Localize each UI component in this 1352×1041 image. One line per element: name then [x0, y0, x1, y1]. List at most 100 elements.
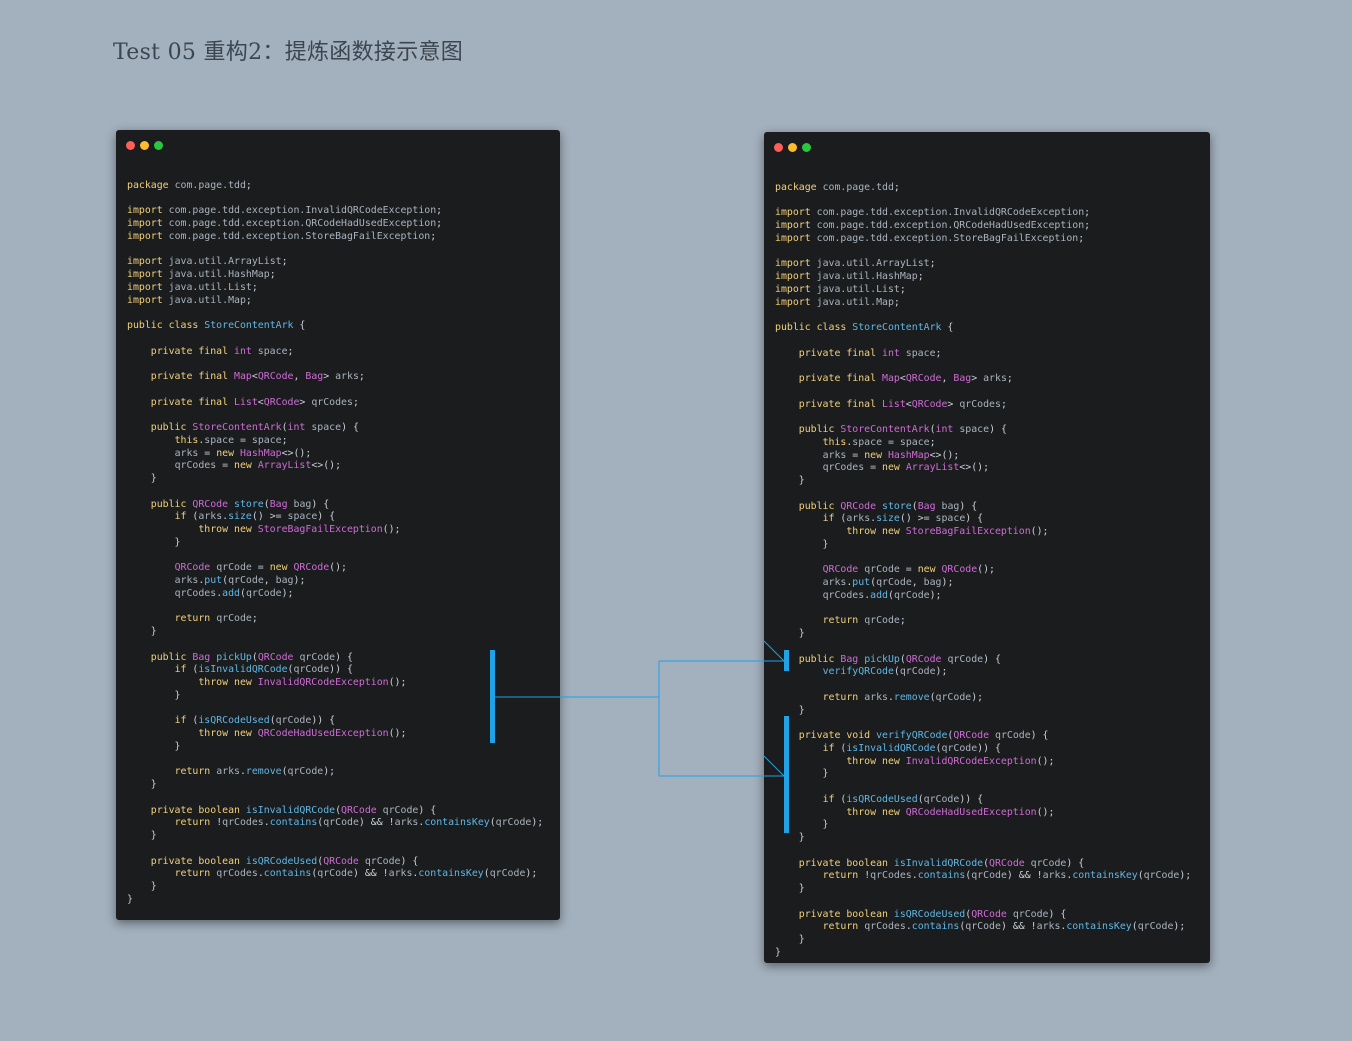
- code-line: arks = new HashMap<>();: [127, 448, 543, 461]
- code-token: arks: [335, 371, 359, 382]
- code-token: if: [174, 715, 193, 727]
- code-token: QRCode: [174, 562, 217, 574]
- code-token: isQRCodeUsed: [245, 855, 318, 867]
- code-token: import: [775, 207, 817, 219]
- code-token: ,: [941, 373, 954, 384]
- code-token: ArrayList: [905, 462, 960, 474]
- code-token: arks: [198, 511, 223, 523]
- code-line: import java.util.ArrayList;: [775, 258, 1191, 271]
- code-token: ) {: [959, 500, 978, 512]
- code-token: ) {: [983, 653, 1001, 665]
- code-token: arks: [394, 817, 419, 829]
- code-token: qrCode: [995, 730, 1031, 741]
- code-token: qrCode: [299, 651, 336, 663]
- code-token: qrCode: [323, 817, 359, 829]
- code-token: ) {: [989, 424, 1007, 435]
- code-line: import java.util.List;: [127, 282, 543, 295]
- code-line: if (isInvalidQRCode(qrCode)) {: [127, 664, 543, 677]
- code-token: private final: [798, 398, 883, 410]
- code-token: ;: [935, 347, 942, 359]
- code-token: ;: [929, 436, 936, 448]
- code-token: }: [127, 893, 133, 905]
- code-token: import: [127, 269, 169, 280]
- code-token: >: [323, 371, 336, 382]
- code-token: if: [174, 664, 193, 676]
- code-token: import: [127, 281, 169, 293]
- code-line: import com.page.tdd.exception.InvalidQRC…: [127, 205, 543, 218]
- code-token: ();: [1036, 806, 1055, 818]
- code-token: public: [798, 500, 841, 512]
- code-token: com.page.tdd.exception.StoreBagFailExcep…: [168, 230, 431, 242]
- code-token: com.page.tdd: [822, 181, 894, 193]
- code-token: qrCode: [1012, 908, 1049, 920]
- code-token: arks: [174, 575, 199, 586]
- code-token: ();: [388, 728, 407, 739]
- code-token: public: [150, 498, 193, 510]
- code-line: this.space = space;: [775, 437, 1191, 450]
- code-token: }: [775, 628, 805, 639]
- code-token: com.page.tdd.exception.QRCodeHadUsedExce…: [816, 220, 1085, 231]
- code-token: size: [228, 511, 252, 523]
- code-token: StoreContentArk: [204, 320, 294, 331]
- code-line: throw new StoreBagFailException();: [775, 526, 1191, 539]
- code-token: qrCode: [971, 870, 1007, 882]
- code-token: ArrayList: [257, 460, 312, 472]
- code-token: );: [281, 587, 294, 599]
- code-line: }: [775, 832, 1191, 845]
- code-line: public QRCode store(Bag bag) {: [775, 501, 1191, 514]
- code-token: }: [127, 536, 181, 548]
- code-token: ;: [358, 371, 365, 382]
- code-token: ) && !: [1000, 921, 1037, 933]
- code-token: isInvalidQRCode: [893, 857, 984, 869]
- code-token: space: [899, 436, 930, 448]
- code-token: contains: [269, 817, 318, 829]
- code-line: return qrCode;: [127, 613, 543, 626]
- code-token: package: [127, 179, 175, 191]
- code-token: private boolean: [798, 857, 894, 869]
- code-token: ();: [329, 562, 347, 574]
- code-line: import java.util.Map;: [127, 295, 543, 308]
- window-controls: [774, 143, 811, 152]
- code-token: arks: [822, 449, 847, 461]
- code-token: import: [775, 271, 817, 282]
- code-line: private final int space;: [127, 346, 543, 359]
- code-token: QRCode: [840, 500, 883, 512]
- code-token: {: [293, 320, 306, 331]
- code-token: public class: [127, 320, 205, 331]
- code-token: =: [864, 462, 883, 474]
- code-token: );: [293, 575, 306, 586]
- code-token: ;: [929, 258, 936, 270]
- code-token: java.util.List: [168, 281, 252, 293]
- code-line: import java.util.Map;: [775, 297, 1191, 310]
- code-token: }: [127, 473, 157, 484]
- code-token: qrCode: [935, 691, 972, 703]
- code-token: qrCodes: [870, 870, 912, 882]
- code-line: }: [127, 626, 543, 639]
- code-token: ;: [436, 205, 443, 217]
- code-line: }: [127, 690, 543, 703]
- code-token: ;: [251, 613, 258, 625]
- code-token: qrCode: [245, 587, 282, 599]
- code-line: this.space = space;: [127, 435, 543, 448]
- code-token: );: [323, 766, 336, 778]
- code-token: QRCode: [905, 373, 942, 384]
- code-token: QRCode: [971, 908, 1013, 920]
- code-token: }: [775, 883, 805, 894]
- minimize-dot-icon: [140, 141, 149, 150]
- code-token: ,: [293, 371, 306, 382]
- code-token: if: [174, 511, 193, 523]
- code-line: }: [127, 779, 543, 792]
- code-line: import com.page.tdd.exception.QRCodeHadU…: [127, 218, 543, 231]
- code-line: QRCode qrCode = new QRCode();: [127, 562, 543, 575]
